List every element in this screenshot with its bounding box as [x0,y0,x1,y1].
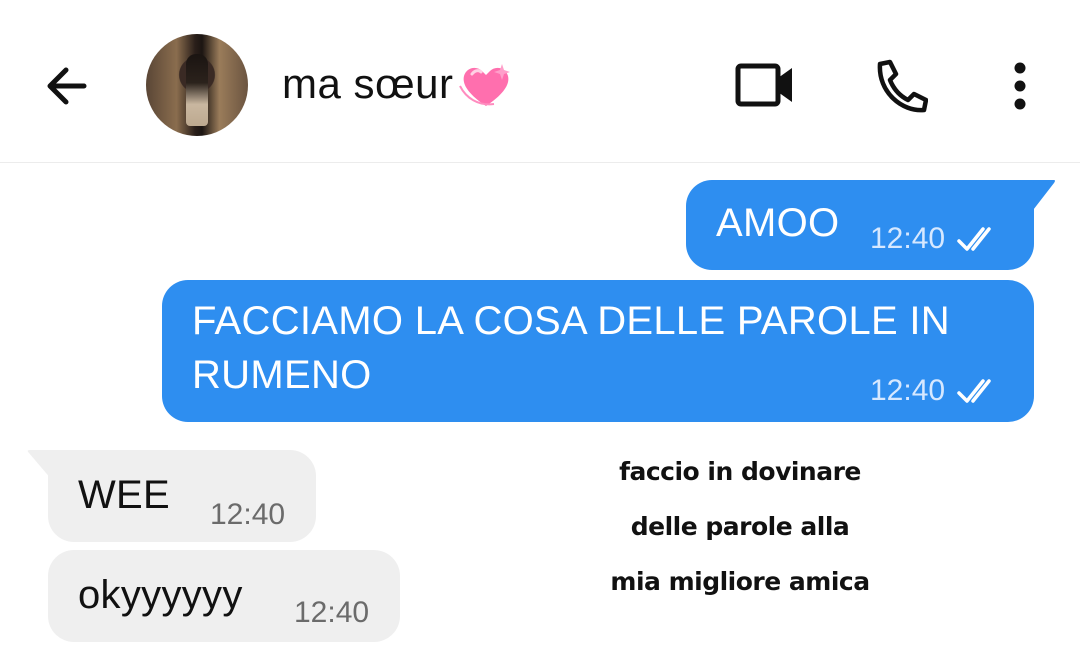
caption-line: delle parole alla [630,512,850,541]
video-camera-icon[interactable] [734,60,796,110]
caption-line: mia migliore amica [610,567,870,596]
message-time: 12:40 [870,222,946,255]
message-time: 12:40 [870,374,946,407]
sparkling-heart-icon [458,64,510,106]
message-text: okyyyyyy [78,573,243,617]
contact-name: ma sœur [282,60,454,107]
message-text: WEE [78,473,171,517]
message-meta: 12:40 [870,222,1001,256]
message-meta: 12:40 [294,596,369,630]
double-check-icon [957,379,991,403]
more-vertical-icon[interactable] [1006,60,1034,112]
double-check-icon [957,227,991,251]
overlay-caption: faccio in dovinare delle parole alla mia… [590,444,890,609]
avatar-figure [186,54,208,126]
message-time: 12:40 [210,498,286,531]
avatar[interactable] [146,34,248,136]
message-text: AMOO [716,201,840,245]
chat-header: ma sœur [0,0,1080,163]
message-time: 12:40 [294,596,370,629]
message-meta: 12:40 [210,498,285,532]
caption-line: faccio in dovinare [619,457,861,486]
contact-name-row[interactable]: ma sœur [282,58,514,110]
arrow-left-icon[interactable] [40,58,96,114]
phone-icon[interactable] [872,58,928,114]
message-meta: 12:40 [870,374,1001,408]
